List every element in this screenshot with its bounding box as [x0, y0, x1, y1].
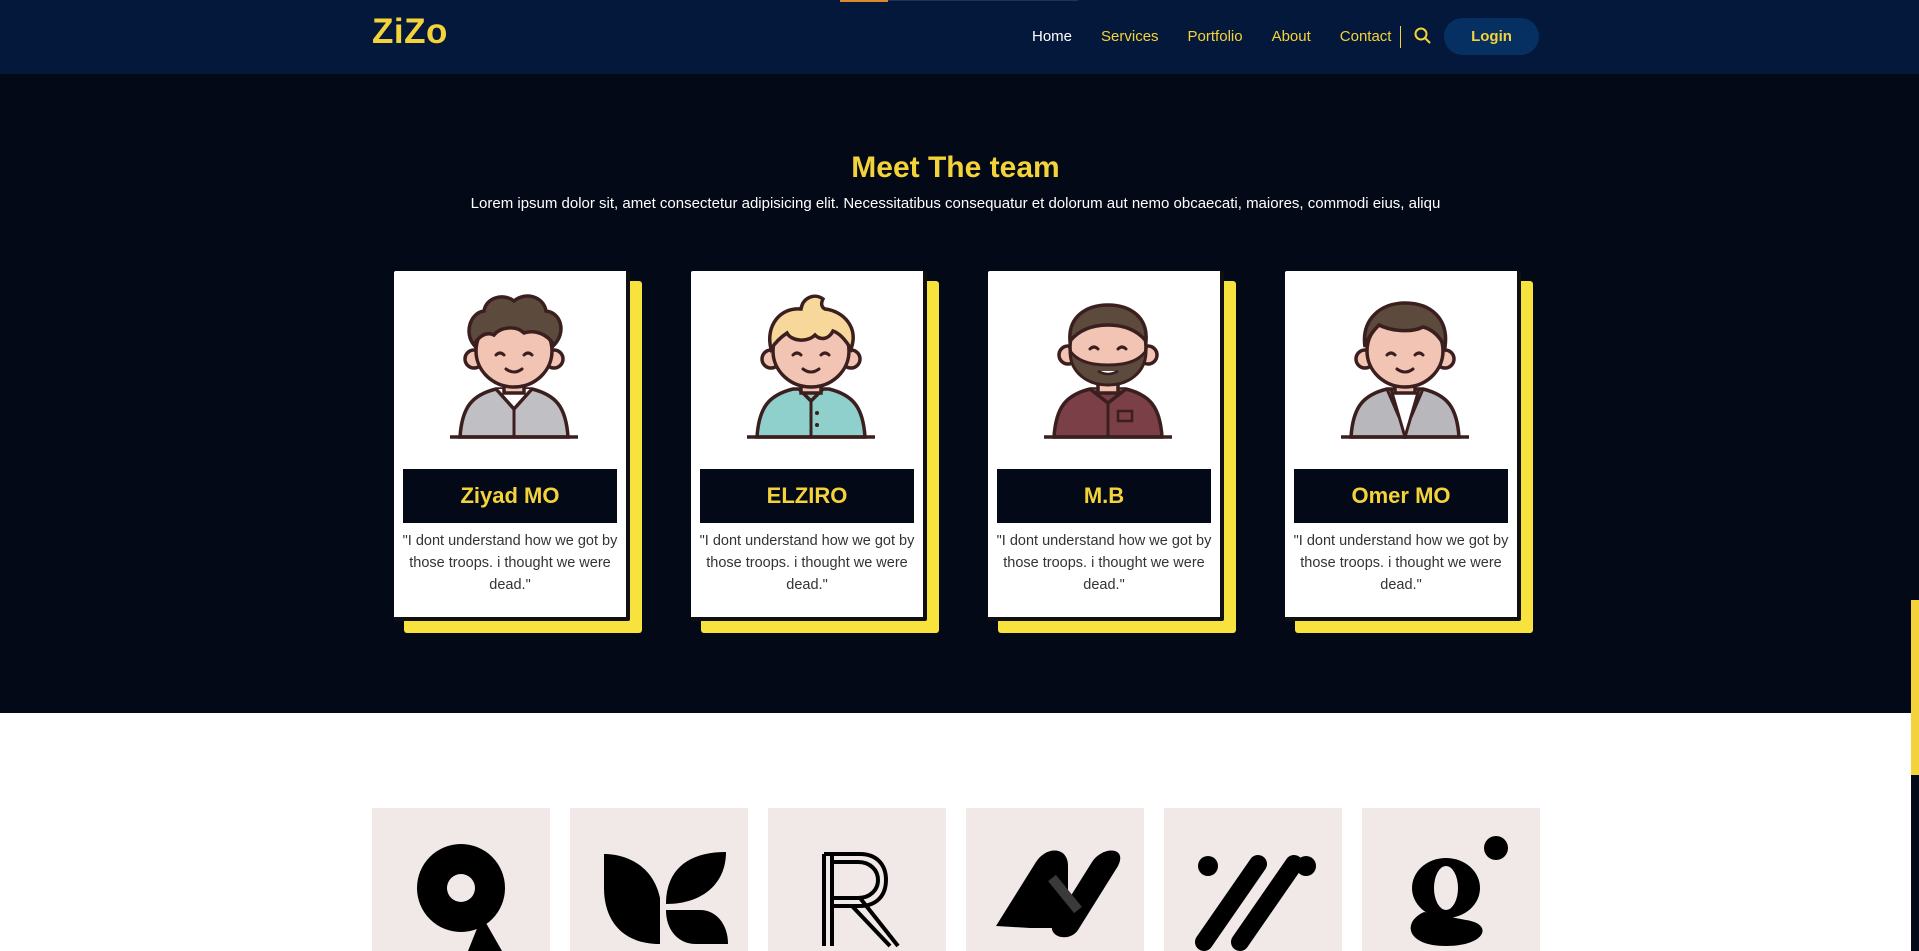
- scrollbar-track[interactable]: [1911, 74, 1919, 951]
- team-card: Omer MO "I dont understand how we got by…: [1285, 271, 1533, 633]
- blonde-hair-avatar-icon: [741, 289, 881, 439]
- member-quote: "I dont understand how we got by those t…: [996, 533, 1212, 593]
- site-logo[interactable]: ZiZo: [372, 12, 448, 52]
- scroll-progress-track: [888, 0, 1078, 1]
- member-quote: "I dont understand how we got by those t…: [1293, 533, 1509, 593]
- team-card-body: M.B "I dont understand how we got by tho…: [988, 271, 1224, 621]
- main-nav: Home Services Portfolio About Contact: [1032, 24, 1420, 48]
- bearded-avatar-icon: [1038, 289, 1178, 439]
- team-section: Meet The team Lorem ipsum dolor sit, ame…: [0, 74, 1919, 713]
- nav-divider: [1400, 26, 1401, 48]
- suit-avatar-icon: [1335, 289, 1475, 443]
- nav-item-services[interactable]: Services: [1101, 28, 1159, 45]
- scroll-progress-bar: [840, 0, 888, 2]
- search-icon[interactable]: [1412, 25, 1434, 47]
- nav-item-portfolio[interactable]: Portfolio: [1188, 28, 1243, 45]
- brand-logos-section: [0, 713, 1911, 951]
- nav-item-home[interactable]: Home: [1032, 28, 1072, 45]
- n-stripe-logo-icon: [966, 808, 1144, 951]
- dots-slashes-logo-icon: [1164, 808, 1342, 951]
- nine-logo-icon: [372, 808, 550, 951]
- member-name: ELZIRO: [700, 469, 914, 523]
- team-card: M.B "I dont understand how we got by tho…: [988, 271, 1236, 633]
- login-button[interactable]: Login: [1444, 18, 1539, 55]
- site-header: ZiZo Home Services Portfolio About Conta…: [0, 0, 1919, 74]
- curly-hair-avatar-icon: [444, 289, 584, 439]
- team-card: Ziyad MO "I dont understand how we got b…: [394, 271, 642, 633]
- team-card-body: ELZIRO "I dont understand how we got by …: [691, 271, 927, 621]
- member-quote: "I dont understand how we got by those t…: [402, 533, 618, 593]
- k-leaf-logo-icon: [570, 808, 748, 951]
- member-name: Omer MO: [1294, 469, 1508, 523]
- team-subtitle: Lorem ipsum dolor sit, amet consectetur …: [470, 195, 1441, 212]
- r-outline-logo-icon: [768, 808, 946, 951]
- g-serif-logo-icon: [1362, 808, 1540, 951]
- team-card-body: Omer MO "I dont understand how we got by…: [1285, 271, 1521, 621]
- nav-item-contact[interactable]: Contact: [1340, 28, 1392, 45]
- scrollbar-thumb[interactable]: [1911, 600, 1919, 775]
- team-card-body: Ziyad MO "I dont understand how we got b…: [394, 271, 630, 621]
- nav-item-about[interactable]: About: [1272, 28, 1311, 45]
- team-card: ELZIRO "I dont understand how we got by …: [691, 271, 939, 633]
- team-title: Meet The team: [851, 151, 1060, 184]
- member-name: M.B: [997, 469, 1211, 523]
- member-quote: "I dont understand how we got by those t…: [699, 533, 915, 593]
- member-name: Ziyad MO: [403, 469, 617, 523]
